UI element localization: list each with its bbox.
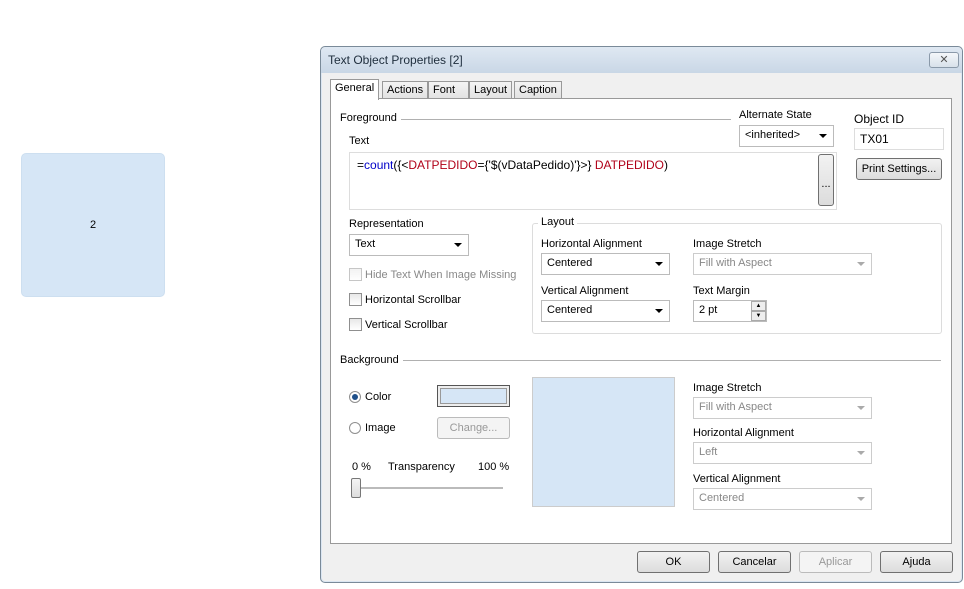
transparency-max: 100 % [478,461,510,473]
alternate-state-select[interactable]: <inherited> [739,125,834,147]
expr-function: count [364,158,394,172]
image-stretch-label: Image Stretch [693,238,762,250]
expr-part: ) [663,158,668,172]
h-align-value: Centered [547,257,593,269]
representation-value: Text [355,238,376,250]
image-stretch-value: Fill with Aspect [699,257,772,269]
title-bar[interactable]: Text Object Properties [2] ✕ [321,47,962,73]
spin-down-icon[interactable]: ▼ [751,311,766,321]
expr-part: ={'$(vDataPedido)'}>} [477,158,595,172]
h-align-label: Horizontal Alignment [541,238,642,250]
tab-caption[interactable]: Caption [514,81,562,99]
properties-dialog: Text Object Properties [2] ✕ General Act… [320,46,963,583]
v-align-value: Centered [547,304,593,316]
text-object[interactable]: 2 [21,153,165,297]
chevron-down-icon [454,243,462,247]
bg-image-stretch-label: Image Stretch [693,382,762,394]
background-label: Background [340,354,399,366]
representation-select[interactable]: Text [349,234,469,256]
image-stretch-select[interactable]: Fill with Aspect [693,253,872,275]
alternate-state-value: <inherited> [745,129,801,141]
print-settings-button[interactable]: Print Settings... [856,158,942,180]
expr-part: ({< [393,158,409,172]
tab-actions[interactable]: Actions [382,81,429,99]
vertical-scrollbar-checkbox[interactable] [349,318,362,331]
expr-field: DATPEDIDO [408,158,478,172]
expr-eq: = [357,158,365,172]
background-preview [532,377,675,507]
ok-button[interactable]: OK [637,551,710,573]
text-margin-label: Text Margin [693,285,750,297]
cancel-button[interactable]: Cancelar [718,551,791,573]
bg-v-align-label: Vertical Alignment [693,473,781,485]
vertical-scrollbar-label: Vertical Scrollbar [365,319,448,331]
tab-font[interactable]: Font [428,81,469,99]
close-button[interactable]: ✕ [929,52,959,68]
chevron-down-icon [857,451,865,455]
bg-v-align-select[interactable]: Centered [693,488,872,510]
hide-text-label: Hide Text When Image Missing [365,269,517,281]
divider [403,360,941,361]
spin-up-icon[interactable]: ▲ [751,301,766,311]
transparency-slider-handle[interactable] [351,478,361,498]
image-label: Image [365,422,396,434]
chevron-down-icon [857,406,865,410]
color-picker-button[interactable] [437,385,510,407]
chevron-down-icon [857,262,865,266]
transparency-label: Transparency [388,461,455,473]
chevron-down-icon [655,309,663,313]
bg-image-stretch-select[interactable]: Fill with Aspect [693,397,872,419]
bg-image-stretch-value: Fill with Aspect [699,401,772,413]
help-button[interactable]: Ajuda [880,551,953,573]
color-swatch [440,388,507,404]
text-label: Text [349,135,370,147]
expression-field[interactable]: =count({<DATPEDIDO={'$(vDataPedido)'}>} … [349,152,837,210]
representation-label: Representation [349,218,424,230]
horizontal-scrollbar-label: Horizontal Scrollbar [365,294,461,306]
chevron-down-icon [655,262,663,266]
text-margin-value: 2 pt [699,304,718,316]
v-align-label: Vertical Alignment [541,285,629,297]
color-radio[interactable] [349,391,361,403]
tab-layout[interactable]: Layout [469,81,513,99]
change-image-button[interactable]: Change... [437,417,510,439]
alternate-state-label: Alternate State [739,109,812,121]
apply-button[interactable]: Aplicar [799,551,872,573]
expression-edit-button[interactable]: ... [818,154,834,206]
bg-h-align-select[interactable]: Left [693,442,872,464]
bg-h-align-value: Left [699,446,718,458]
object-id-label: Object ID [854,112,905,126]
object-id-input[interactable]: TX01 [854,128,944,150]
foreground-label: Foreground [340,112,397,124]
hide-text-checkbox[interactable] [349,268,362,281]
layout-label: Layout [538,216,578,228]
tab-general[interactable]: General [330,79,380,100]
expr-field: DATPEDIDO [594,158,664,172]
v-align-select[interactable]: Centered [541,300,670,322]
bg-h-align-label: Horizontal Alignment [693,427,794,439]
divider [401,119,731,120]
chevron-down-icon [819,134,827,138]
general-panel: Foreground Text =count({<DATPEDIDO={'$(v… [330,98,952,544]
transparency-min: 0 % [352,461,371,473]
h-align-select[interactable]: Centered [541,253,670,275]
chevron-down-icon [857,497,865,501]
dialog-title: Text Object Properties [2] [328,53,463,67]
text-object-value: 2 [89,219,97,231]
color-label: Color [365,391,392,403]
transparency-track [355,487,503,489]
image-radio[interactable] [349,422,361,434]
bg-v-align-value: Centered [699,492,745,504]
horizontal-scrollbar-checkbox[interactable] [349,293,362,306]
